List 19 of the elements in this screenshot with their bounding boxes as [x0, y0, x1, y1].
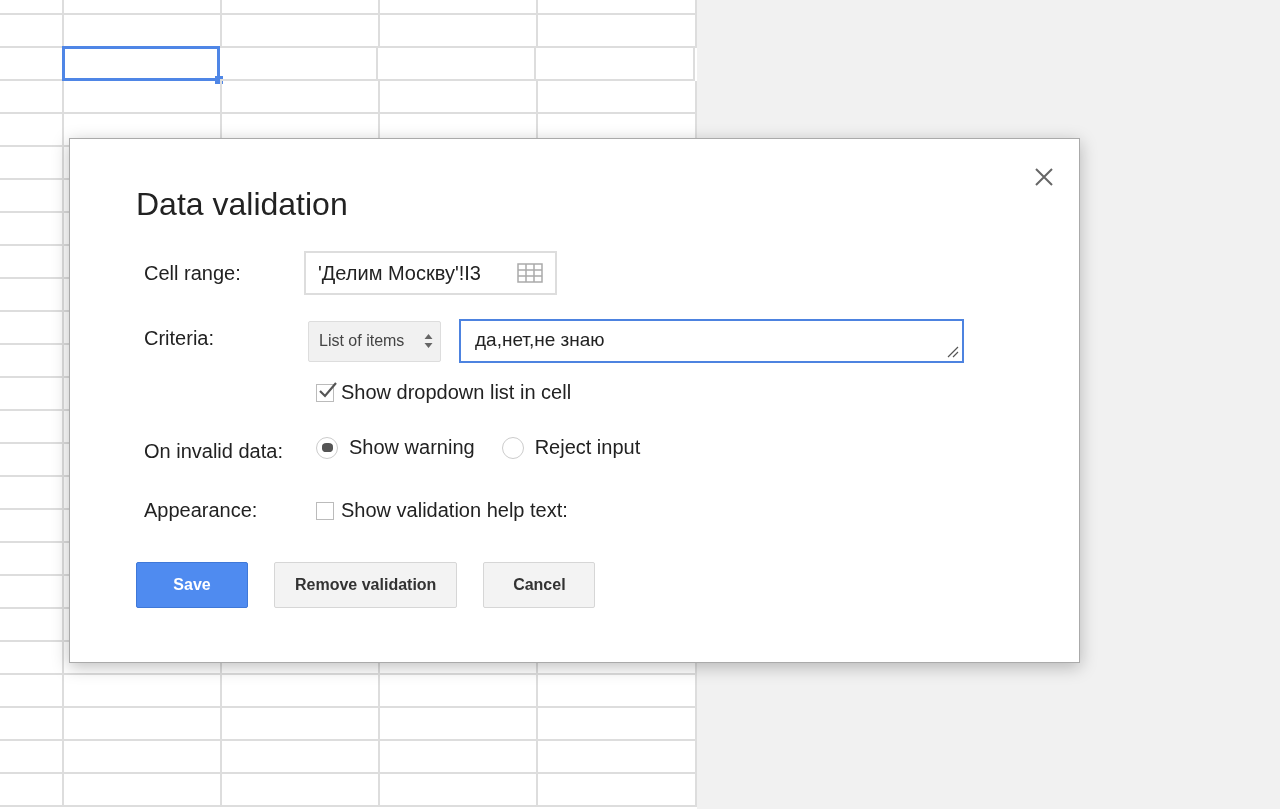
radio-label: Reject input — [534, 436, 641, 459]
field-label: Criteria: — [144, 326, 215, 350]
dialog-title: Data validation — [136, 185, 349, 223]
checkbox[interactable] — [316, 383, 334, 402]
radio-label: Show warning — [349, 436, 475, 459]
resize-handle-icon[interactable] — [947, 346, 959, 358]
sort-arrows-icon — [424, 333, 433, 349]
field-label: Cell range: — [144, 261, 242, 285]
field-label: Appearance: — [144, 499, 259, 522]
dialog-button[interactable]: Remove validation — [274, 562, 458, 608]
checkbox-label: Show validation help text: — [341, 499, 568, 522]
checkbox[interactable] — [316, 501, 334, 520]
criteria-dropdown[interactable]: List of items — [308, 320, 441, 362]
criteria-input-field[interactable]: да,нет,не знаю — [459, 319, 964, 363]
cell-range-field[interactable]: 'Делим Москву'!I3 — [304, 251, 557, 295]
field-label: On invalid data: — [144, 440, 284, 463]
dialog-button[interactable]: Cancel — [483, 562, 596, 608]
close-icon[interactable] — [1035, 168, 1053, 186]
checkbox-label: Show dropdown list in cell — [341, 381, 572, 404]
